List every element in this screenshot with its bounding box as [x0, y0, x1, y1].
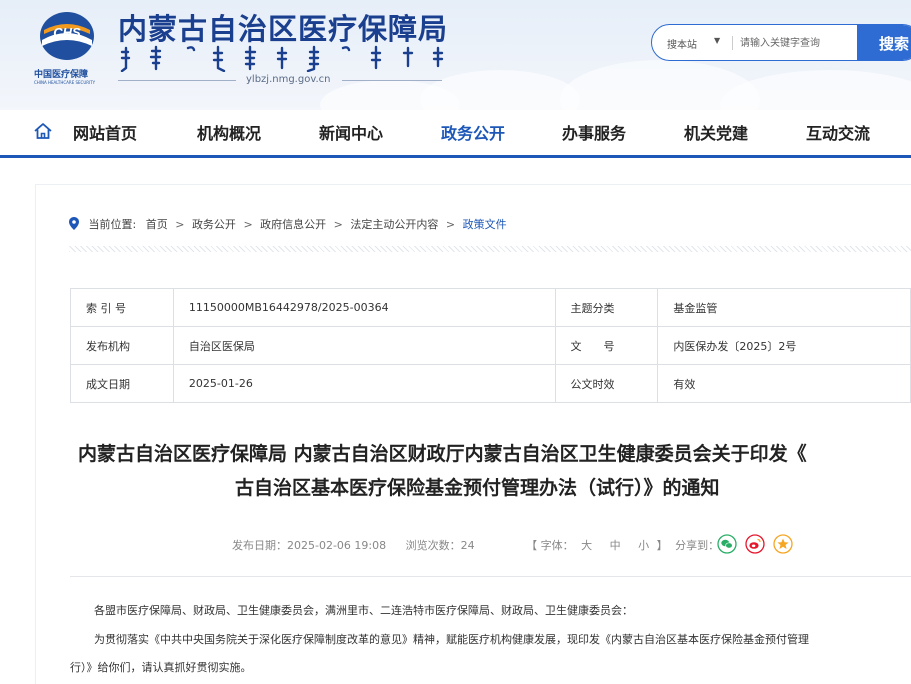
font-size-small-button[interactable]: 小	[638, 539, 649, 552]
body-paragraph-1-cont: 行）》给你们，请认真抓好贯彻实施。	[70, 661, 252, 674]
meta-value-validity: 有效	[657, 364, 911, 403]
meta-value-date: 2025-01-26	[172, 364, 556, 403]
article-divider	[70, 576, 911, 577]
breadcrumb-separator: >	[175, 218, 185, 231]
breadcrumb-prefix: 当前位置:	[88, 218, 137, 231]
table-row: 成文日期 2025-01-26 公文时效 有效	[70, 364, 911, 403]
view-count: 浏览次数：24	[405, 539, 475, 552]
meta-key-index: 索 引 号	[70, 288, 174, 327]
document-meta-table: 索 引 号 11150000MB16442978/2025-00364 主题分类…	[70, 288, 911, 403]
nav-item-organization[interactable]: 机构概况	[197, 120, 261, 144]
nav-item-gov-affairs[interactable]: 政务公开	[441, 120, 505, 144]
logo-chinese-text: 中国医疗保障	[34, 70, 89, 80]
breadcrumb-link-statutory[interactable]: 法定主动公开内容	[350, 218, 438, 231]
meta-key-publisher: 发布机构	[70, 326, 174, 365]
meta-value-category: 基金监管	[657, 288, 911, 327]
publish-date: 发布日期：2025-02-06 19:08	[232, 539, 387, 552]
logo-abbr: CHS	[53, 25, 81, 40]
nav-item-news[interactable]: 新闻中心	[319, 120, 383, 144]
nav-item-interaction[interactable]: 互动交流	[806, 120, 870, 144]
logo-english-text: CHINA HEALTHCARE SECURITY	[34, 80, 96, 85]
site-title[interactable]: 内蒙古自治区医疗保障局	[118, 6, 448, 48]
search-divider	[732, 36, 733, 50]
home-icon[interactable]	[33, 121, 53, 141]
meta-key-date: 成文日期	[70, 364, 174, 403]
location-pin-icon	[69, 217, 79, 230]
font-size-large-button[interactable]: 大	[581, 539, 592, 552]
domain-divider	[342, 80, 442, 81]
meta-value-doc-number: 内医保办发〔2025〕2号	[657, 326, 911, 365]
meta-value-index: 11150000MB16442978/2025-00364	[172, 288, 556, 327]
body-paragraph-1: 为贯彻落实《中共中央国务院关于深化医疗保障制度改革的意见》精神，赋能医疗机构健康…	[94, 633, 809, 646]
breadcrumb-current[interactable]: 政策文件	[463, 218, 507, 231]
font-size-medium-button[interactable]: 中	[610, 539, 621, 552]
font-size-close: 】	[656, 539, 668, 552]
breadcrumb-divider	[69, 246, 911, 252]
search-button[interactable]: 搜索	[857, 25, 911, 60]
nav-underline-bar	[0, 155, 911, 158]
breadcrumb-separator: >	[445, 218, 456, 231]
domain-divider	[118, 80, 236, 81]
article-info-bar: 发布日期：2025-02-06 19:08 浏览次数：24 【 字体： 大 中 …	[232, 537, 719, 553]
search-box: 搜本站 ▼ 搜索	[651, 24, 911, 61]
breadcrumb-separator: >	[243, 218, 253, 231]
nav-item-party[interactable]: 机关党建	[684, 120, 748, 144]
chs-emblem-icon: CHS	[40, 12, 94, 60]
cloud-decoration	[720, 70, 911, 110]
weibo-share-icon[interactable]	[745, 534, 765, 554]
meta-key-category: 主题分类	[554, 288, 659, 327]
article-title-line-1: 内蒙古自治区医疗保障局 内蒙古自治区财政厅内蒙古自治区卫生健康委员会关于印发《	[78, 443, 807, 465]
breadcrumb: 当前位置: 首页 > 政务公开 > 政府信息公开 > 法定主动公开内容 > 政策…	[69, 216, 507, 232]
share-label: 分享到：	[675, 539, 720, 552]
breadcrumb-link-gov-info[interactable]: 政府信息公开	[260, 218, 326, 231]
mongolian-script-title	[120, 45, 444, 72]
site-domain: ylbzj.nmg.gov.cn	[246, 74, 331, 85]
table-row: 索 引 号 11150000MB16442978/2025-00364 主题分类…	[70, 288, 911, 327]
wechat-share-icon[interactable]	[717, 534, 737, 554]
breadcrumb-separator: >	[333, 218, 343, 231]
meta-key-validity: 公文时效	[554, 364, 659, 403]
font-size-label: 【 字体：	[526, 539, 574, 552]
meta-value-publisher: 自治区医保局	[172, 326, 556, 365]
article-title-line-2: 古自治区基本医疗保险基金预付管理办法（试行）》的通知	[235, 477, 720, 499]
meta-key-doc-number: 文 号	[554, 326, 659, 365]
caret-down-icon[interactable]: ▼	[714, 36, 720, 45]
breadcrumb-link-gov-affairs[interactable]: 政务公开	[192, 218, 236, 231]
nav-item-home[interactable]: 网站首页	[73, 120, 137, 144]
search-scope-select[interactable]: 搜本站	[667, 36, 697, 51]
table-row: 发布机构 自治区医保局 文 号 内医保办发〔2025〕2号	[70, 326, 911, 365]
breadcrumb-link-home[interactable]: 首页	[146, 218, 168, 231]
body-paragraph-recipients: 各盟市医疗保障局、财政局、卫生健康委员会，满洲里市、二连浩特市医疗保障局、财政局…	[94, 604, 633, 617]
favorite-star-icon[interactable]	[773, 534, 793, 554]
search-input[interactable]	[740, 33, 850, 53]
nav-item-services[interactable]: 办事服务	[562, 120, 626, 144]
